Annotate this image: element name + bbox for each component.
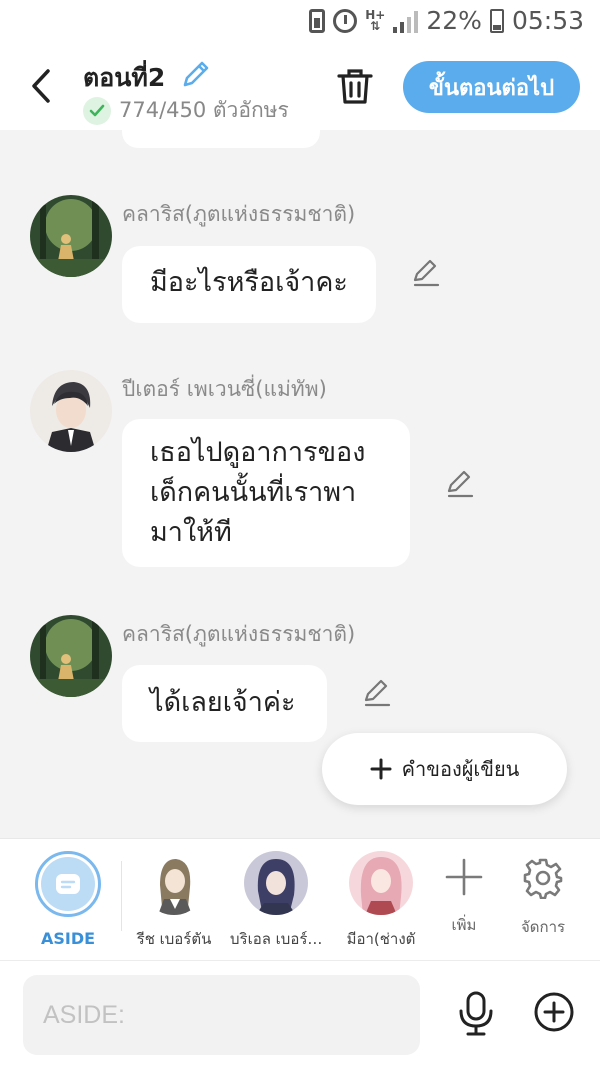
edit-title-button[interactable] <box>180 58 212 90</box>
chevron-left-icon <box>32 69 50 103</box>
episode-title: ตอนที่2 <box>83 63 166 92</box>
message-text: มีอะไรหรือเจ้าคะ <box>150 267 348 298</box>
avatar-forest-girl[interactable] <box>30 195 112 277</box>
character-item[interactable]: มีอา(ช่างตั <box>335 851 427 951</box>
next-step-button[interactable]: ขั้นตอนต่อไป <box>403 61 580 113</box>
pencil-icon <box>183 61 209 87</box>
message-text: มาให้ที <box>150 517 232 548</box>
speaker-name: คลาริส(ภูตแห่งธรรมชาติ) <box>122 622 356 646</box>
speech-bubble-icon <box>56 874 80 894</box>
back-button[interactable] <box>26 66 56 106</box>
character-bar: ASIDE รีช เบอร์ตัน บริเอล เบอร์… มีอา(ช่… <box>0 838 600 960</box>
character-label: บริเอล เบอร์… <box>230 930 322 948</box>
battery-saver-icon <box>309 8 326 33</box>
pencil-icon <box>364 679 391 707</box>
app-header: ตอนที่2 774/450 ตัวอักษร ขั้นตอนต่อไป <box>0 46 600 130</box>
character-label: ASIDE <box>40 929 96 948</box>
signal-icon <box>393 9 419 33</box>
check-icon <box>83 96 111 125</box>
input-bar <box>0 960 600 1067</box>
message-text: ได้เลยเจ้าค่ะ <box>150 687 296 718</box>
trash-icon <box>337 69 373 104</box>
message-text: เด็กคนนั้นที่เราพา <box>150 477 357 508</box>
microphone-icon <box>459 991 493 1036</box>
avatar <box>349 851 413 915</box>
add-character-button[interactable]: เพิ่ม <box>429 857 499 937</box>
manage-button[interactable]: จัดการ <box>508 857 578 939</box>
avatar <box>142 851 206 915</box>
voice-input-button[interactable] <box>456 991 496 1037</box>
plus-icon <box>370 758 392 780</box>
speaker-name: ปีเตอร์ เพเวนซี่(แม่ทัพ) <box>122 377 327 401</box>
alarm-icon <box>333 8 358 33</box>
char-count: 774/450 ตัวอักษร <box>83 94 289 127</box>
message-bubble[interactable]: ได้เลยเจ้าค่ะ <box>122 665 327 742</box>
network-type-icon: H+ ⇅ <box>365 7 386 33</box>
edit-message-button[interactable] <box>445 469 475 499</box>
gear-icon <box>523 858 563 900</box>
character-aside[interactable]: ASIDE <box>22 851 114 948</box>
battery-percent: 22% <box>426 6 482 35</box>
status-bar: H+ ⇅ 22% 05:53 <box>0 0 600 46</box>
battery-icon <box>489 8 504 33</box>
manage-label: จัดการ <box>520 918 566 936</box>
char-count-text: 774/450 ตัวอักษร <box>119 98 289 122</box>
message-text: เธอไปดูอาการของ <box>150 437 366 468</box>
clock: 05:53 <box>511 6 584 35</box>
avatar-forest-girl[interactable] <box>30 615 112 697</box>
delete-button[interactable] <box>336 66 374 108</box>
plus-circle-icon <box>534 992 574 1032</box>
pencil-icon <box>413 259 440 287</box>
attach-button[interactable] <box>533 991 575 1033</box>
edit-message-button[interactable] <box>362 678 392 708</box>
pencil-icon <box>447 470 474 498</box>
add-label: เพิ่ม <box>451 916 477 934</box>
character-label: รีช เบอร์ตัน <box>136 930 212 948</box>
message-bubble-partial[interactable] <box>122 130 320 148</box>
divider <box>121 861 122 931</box>
character-item[interactable]: รีช เบอร์ตัน <box>128 851 220 951</box>
message-bubble[interactable]: เธอไปดูอาการของ เด็กคนนั้นที่เราพา มาให้… <box>122 419 410 567</box>
message-input[interactable] <box>23 975 420 1055</box>
message-bubble[interactable]: มีอะไรหรือเจ้าคะ <box>122 246 376 323</box>
writer-note-label: คำของผู้เขียน <box>401 757 520 781</box>
chat-area: คลาริส(ภูตแห่งธรรมชาติ) มีอะไรหรือเจ้าคะ… <box>0 130 600 838</box>
edit-message-button[interactable] <box>411 258 441 288</box>
speaker-name: คลาริส(ภูตแห่งธรรมชาติ) <box>122 202 356 226</box>
plus-icon <box>445 858 483 896</box>
avatar-dark-hair-man[interactable] <box>30 370 112 452</box>
writer-note-button[interactable]: คำของผู้เขียน <box>322 733 567 805</box>
character-label: มีอา(ช่างตั <box>346 930 416 948</box>
character-item[interactable]: บริเอล เบอร์… <box>230 851 322 951</box>
avatar <box>244 851 308 915</box>
